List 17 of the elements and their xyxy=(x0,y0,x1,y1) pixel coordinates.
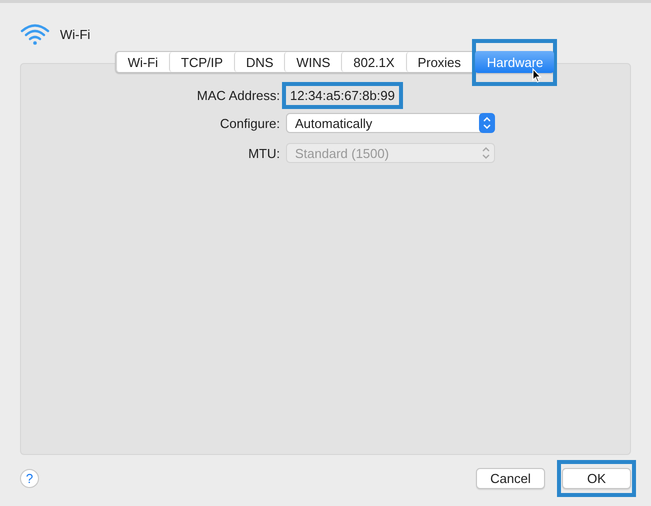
tab[interactable]: Proxies xyxy=(406,52,472,72)
field-label: MAC Address: xyxy=(196,88,280,103)
mac-address-value: 12:34:a5:67:8b:99 xyxy=(282,82,403,109)
tab[interactable]: DNS xyxy=(234,52,284,72)
help-button[interactable]: ? xyxy=(20,468,39,488)
stepper-icon xyxy=(479,113,495,133)
tab[interactable]: WINS xyxy=(284,52,342,72)
window-title: Wi-Fi xyxy=(60,26,90,42)
cursor-icon xyxy=(532,68,542,83)
dropdown[interactable]: Automatically xyxy=(286,113,495,133)
tab[interactable]: 802.1X xyxy=(341,52,406,72)
tab[interactable]: TCP/IP xyxy=(169,52,234,72)
dialog-button[interactable]: Cancel xyxy=(476,468,545,488)
wifi-icon xyxy=(20,23,50,45)
dialog-button[interactable]: OK xyxy=(562,468,631,488)
field-label: Configure: xyxy=(220,116,280,130)
field-label: MTU: xyxy=(248,146,280,160)
